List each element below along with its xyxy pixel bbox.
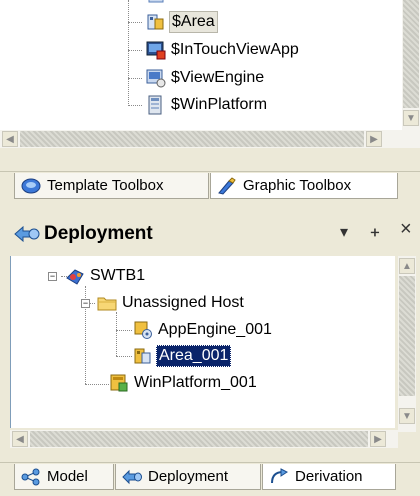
tab-model[interactable]: Model [14,464,114,490]
tab-graphic-toolbox[interactable]: Graphic Toolbox [210,173,398,199]
tree-item-label: $InTouchViewApp [171,41,299,58]
tree-connector [116,330,132,331]
area-icon [134,348,151,364]
tab-label: Derivation [295,468,363,485]
winplatform-icon [110,374,128,392]
collapse-toggle[interactable]: − [48,272,57,281]
scroll-down-button[interactable]: ▼ [399,408,415,424]
tree-connector [116,312,117,356]
scroll-up-button[interactable]: ▲ [399,258,415,274]
scroll-right-button[interactable]: ▶ [370,431,386,447]
deployment-panel-title: Deployment [44,223,153,244]
tree-item-appengine-001[interactable]: AppEngine_001 [133,319,274,341]
graphic-toolbox-icon [218,176,236,195]
tree-connector [85,384,109,385]
scrollbar-thumb[interactable] [20,131,364,147]
tree-item-label: $ViewEngine [171,69,265,86]
template-toolbox-icon [21,178,41,193]
collapse-toggle[interactable]: − [81,299,90,308]
scrollbar-thumb[interactable] [30,431,368,447]
galaxy-icon [66,269,84,285]
tree-item-label: $WinPlatform [171,96,268,113]
explorer-tab-bar: Model Deployment Derivation [0,462,420,496]
scrollbar-thumb[interactable] [399,276,415,396]
view-engine-icon [146,69,166,88]
folder-icon [97,297,117,311]
panel-dropdown-button[interactable]: ▾ [340,222,348,242]
scroll-right-button[interactable]: ▶ [366,131,382,147]
tree-item-unassigned-host[interactable]: Unassigned Host [97,292,246,314]
tree-connector [128,78,142,79]
scroll-down-button[interactable]: ▼ [403,110,419,126]
deployment-panel-header: Deployment [0,214,420,254]
template-tree-vertical-scrollbar[interactable]: ▼ [402,0,420,148]
partial-item-icon [148,0,164,3]
tree-item-winplatform-001[interactable]: WinPlatform_001 [109,372,259,394]
intouch-viewapp-icon [146,41,166,60]
scrollbar-thumb[interactable] [403,0,419,108]
panel-close-button[interactable]: × [400,218,412,241]
tab-label: Graphic Toolbox [243,177,352,194]
area-icon [147,14,164,30]
tree-item-winplatform-template[interactable]: $WinPlatform [146,94,269,116]
tree-item-label: SWTB1 [90,267,146,284]
tab-label: Template Toolbox [47,177,164,194]
tree-connector [128,0,129,106]
template-tree-pane[interactable]: $Area $InTouchViewApp $ViewEngine $WinPl… [0,0,402,130]
tab-deployment[interactable]: Deployment [115,464,261,490]
panel-pin-button[interactable]: ᚐ [371,222,379,242]
scroll-left-button[interactable]: ◀ [2,131,18,147]
tab-label: Model [47,468,88,485]
tree-item-view-engine[interactable]: $ViewEngine [146,67,266,89]
tree-connector [128,22,142,23]
derivation-icon [271,467,288,483]
deployment-icon [14,225,40,243]
scroll-left-button[interactable]: ◀ [12,431,28,447]
tab-template-toolbox[interactable]: Template Toolbox [14,173,209,199]
deployment-icon [122,469,142,484]
tree-connector [128,105,142,106]
tree-item-area-001[interactable]: Area_001 [133,345,232,367]
tree-item-intouch-viewapp[interactable]: $InTouchViewApp [146,39,301,61]
tree-item-label: $Area [169,11,218,33]
toolbox-tab-bar: Template Toolbox Graphic Toolbox [0,171,420,202]
tree-item-label: Unassigned Host [122,294,244,311]
tree-item-label: Area_001 [156,345,232,367]
tree-item-area-template[interactable]: $Area [146,11,218,33]
deployment-tree-pane[interactable]: − − SWTB1 Unassigned Host AppEngine_001 [10,256,395,428]
tree-item-swtb1[interactable]: SWTB1 [65,265,147,287]
model-icon [21,468,40,485]
tree-connector [128,50,142,51]
tab-derivation[interactable]: Derivation [262,464,396,490]
tree-connector [116,356,132,357]
tab-label: Deployment [148,468,229,485]
tree-item-label: AppEngine_001 [158,321,272,338]
winplatform-icon [148,95,162,115]
tree-item-label: WinPlatform_001 [134,374,257,391]
appengine-icon [134,321,152,339]
